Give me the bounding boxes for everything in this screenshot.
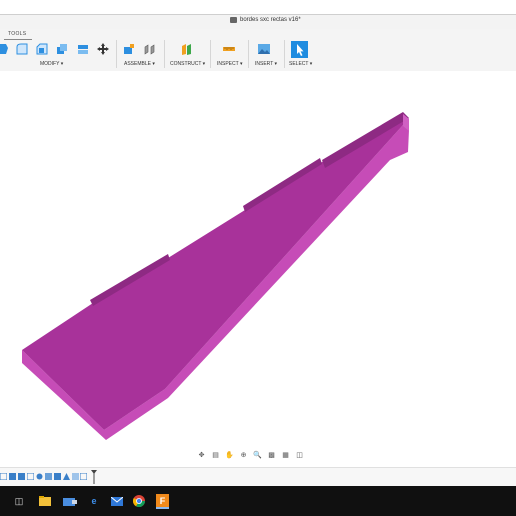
group-label-modify[interactable]: MODIFY ▾ (40, 61, 63, 67)
document-icon (230, 17, 237, 23)
file-explorer-icon[interactable] (38, 494, 52, 508)
tab-underline (4, 39, 32, 40)
fillet-icon[interactable] (15, 42, 29, 56)
press-pull-icon[interactable] (0, 42, 10, 56)
timeline-bar (0, 467, 516, 487)
toolbar-separator (248, 40, 249, 68)
new-component-icon[interactable] (122, 42, 136, 56)
document-title: bordes sxc rectas v16* (230, 17, 301, 23)
zoom-window-icon[interactable]: ⊕ (238, 451, 249, 460)
grid-settings-icon[interactable]: ▦ (280, 451, 291, 460)
group-label-inspect[interactable]: INSPECT ▾ (217, 61, 242, 67)
timeline-extrude-icon[interactable] (9, 473, 16, 480)
document-title-text: bordes sxc rectas v16* (240, 17, 301, 23)
top-strip (0, 0, 516, 15)
timeline-extrude-icon[interactable] (18, 473, 25, 480)
toolbar-separator (164, 40, 165, 68)
chrome-icon[interactable] (132, 494, 146, 508)
edge-browser-icon[interactable]: e (87, 494, 101, 508)
offset-plane-icon[interactable] (180, 42, 194, 56)
task-view-icon[interactable]: ◫ (12, 494, 26, 508)
measure-icon[interactable] (222, 42, 236, 56)
toolbar: TOOLS MODIFY ▾ ASSEMBLE ▾ CONSTRUCT ▾ IN… (0, 29, 516, 72)
shell-icon[interactable] (55, 42, 69, 56)
timeline-sketch-icon[interactable] (27, 473, 34, 480)
navigation-bar: ✥ ▤ ✋ ⊕ 🔍 ▩ ▦ ◫ (196, 448, 305, 462)
timeline-chamfer-icon[interactable] (63, 473, 70, 480)
toolbar-separator (210, 40, 211, 68)
group-label-select[interactable]: SELECT ▾ (289, 61, 312, 67)
joint-icon[interactable] (143, 42, 157, 56)
timeline-extrude-icon[interactable] (54, 473, 61, 480)
model-top-face (22, 114, 409, 430)
fusion360-icon[interactable]: F (156, 494, 169, 509)
pan-icon[interactable]: ✋ (224, 451, 235, 460)
toolbar-separator (116, 40, 117, 68)
os-taskbar: ◫ e F (0, 486, 516, 516)
timeline-marker-icon[interactable] (91, 470, 97, 484)
orbit-icon[interactable]: ✥ (196, 451, 207, 460)
tab-tools[interactable]: TOOLS (8, 31, 26, 37)
toolbar-separator (284, 40, 285, 68)
move-icon[interactable] (96, 42, 110, 56)
viewports-icon[interactable]: ◫ (294, 451, 305, 460)
display-settings-icon[interactable]: ▩ (266, 451, 277, 460)
store-icon[interactable] (63, 494, 77, 508)
insert-image-icon[interactable] (257, 42, 271, 56)
select-cursor-icon[interactable] (291, 41, 308, 58)
timeline-shell-icon[interactable] (72, 473, 79, 480)
group-label-assemble[interactable]: ASSEMBLE ▾ (124, 61, 155, 67)
group-label-construct[interactable]: CONSTRUCT ▾ (170, 61, 205, 67)
look-at-icon[interactable]: ▤ (210, 451, 221, 460)
combine-icon[interactable] (76, 42, 90, 56)
title-bar: bordes sxc rectas v16* (0, 15, 516, 29)
mail-icon[interactable] (110, 494, 124, 508)
zoom-icon[interactable]: 🔍 (252, 451, 263, 460)
canvas-viewport[interactable] (0, 71, 516, 467)
timeline-sketch-icon[interactable] (0, 473, 7, 480)
timeline-joint-icon[interactable] (45, 473, 52, 480)
group-label-insert[interactable]: INSERT ▾ (255, 61, 277, 67)
timeline-sketch-icon[interactable] (80, 473, 87, 480)
model-body[interactable] (0, 71, 516, 467)
timeline-fillet-icon[interactable] (36, 473, 43, 480)
chamfer-icon[interactable] (35, 42, 49, 56)
